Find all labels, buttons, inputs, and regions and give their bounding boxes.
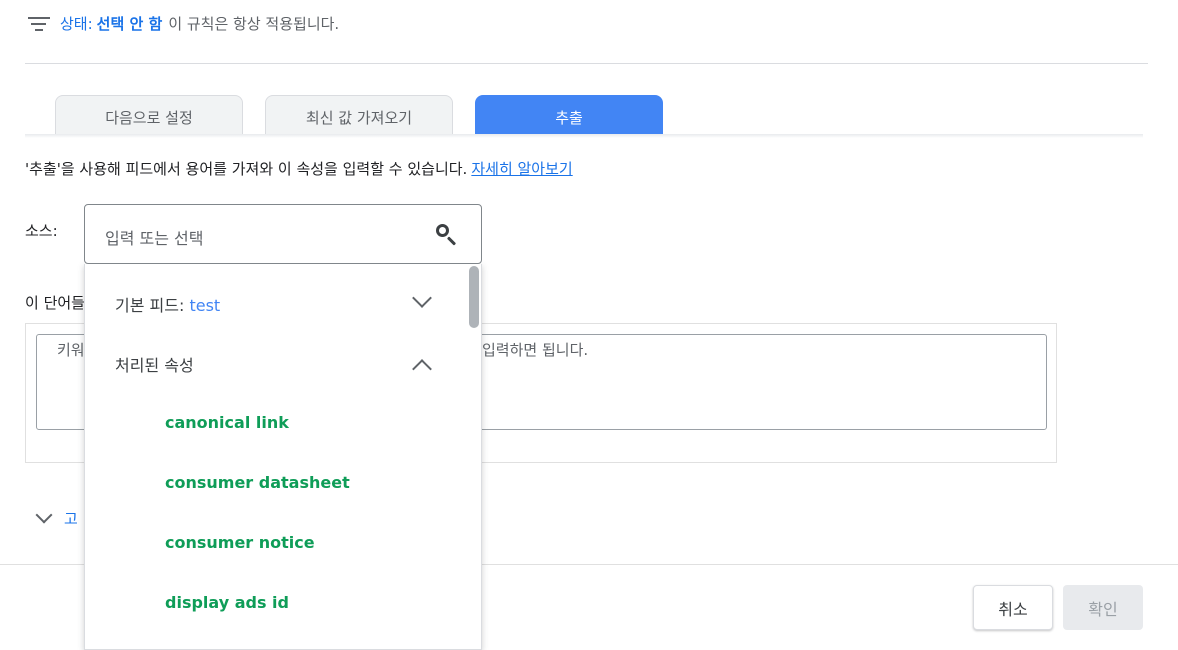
status-value-link[interactable]: 선택 안 함 — [97, 13, 163, 34]
chevron-down-icon — [412, 288, 432, 308]
tab-fetch-latest[interactable]: 최신 값 가져오기 — [265, 95, 453, 134]
group-processed-attributes[interactable]: 처리된 속성 — [85, 334, 481, 394]
source-placeholder: 입력 또는 선택 — [105, 229, 204, 248]
search-icon[interactable] — [435, 223, 459, 247]
processed-label: 처리된 속성 — [115, 356, 194, 375]
tab-panel-edge — [25, 134, 1143, 138]
keywords-placeholder-end: 입력하면 됩니다. — [482, 341, 589, 359]
cancel-button[interactable]: 취소 — [973, 585, 1053, 630]
source-combobox[interactable]: 입력 또는 선택 — [84, 204, 482, 264]
help-text: '추출'을 사용해 피드에서 용어를 가져와 이 속성을 입력할 수 있습니다.… — [25, 158, 573, 179]
status-label: 상태: — [60, 14, 93, 33]
confirm-button[interactable]: 확인 — [1063, 585, 1143, 630]
group-label: 기본 피드: test — [115, 292, 220, 316]
divider — [25, 63, 1148, 64]
tab-extract[interactable]: 추출 — [475, 95, 663, 134]
base-feed-value: test — [189, 296, 221, 315]
chevron-up-icon — [412, 359, 432, 379]
advanced-toggle[interactable]: 고 — [34, 506, 78, 530]
filter-icon — [28, 13, 52, 33]
list-item[interactable]: canonical link — [165, 413, 289, 432]
list-item[interactable]: display ads id — [165, 593, 289, 612]
chevron-down-icon — [35, 506, 53, 524]
keywords-placeholder-start: 키워 — [57, 341, 85, 359]
advanced-label: 고 — [64, 509, 78, 528]
help-description: '추출'을 사용해 피드에서 용어를 가져와 이 속성을 입력할 수 있습니다. — [25, 160, 468, 178]
condition-row: 상태: 선택 안 함 이 규칙은 항상 적용됩니다. — [28, 10, 339, 36]
list-item[interactable]: consumer notice — [165, 533, 315, 552]
group-base-feed[interactable]: 기본 피드: test — [85, 274, 481, 334]
words-label: 이 단어들 — [25, 294, 85, 312]
tab-set-to[interactable]: 다음으로 설정 — [55, 95, 243, 134]
status-description: 이 규칙은 항상 적용됩니다. — [168, 14, 340, 33]
source-dropdown: 기본 피드: test 처리된 속성 canonical link consum… — [84, 264, 482, 650]
source-label: 소스: — [25, 222, 58, 240]
learn-more-link[interactable]: 자세히 알아보기 — [471, 160, 572, 178]
base-feed-label: 기본 피드: — [115, 296, 185, 315]
list-item[interactable]: consumer datasheet — [165, 473, 350, 492]
